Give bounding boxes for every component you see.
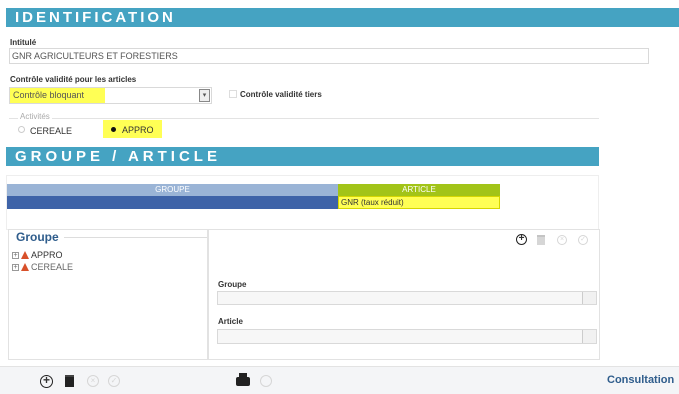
identification-header: IDENTIFICATION: [6, 8, 679, 27]
groupe-field[interactable]: [217, 291, 597, 305]
activites-legend: Activités: [18, 112, 52, 121]
grid-header-groupe[interactable]: GROUPE: [7, 184, 338, 196]
print-paper-icon: [239, 373, 247, 378]
controle-validite-label: Contrôle validité pour les articles: [10, 75, 137, 84]
grid-header-article[interactable]: ARTICLE: [338, 184, 500, 196]
add-icon[interactable]: +: [516, 234, 527, 245]
activite-appro-radio[interactable]: [111, 127, 116, 132]
article-field[interactable]: [217, 329, 597, 344]
activites-fieldset: [9, 118, 599, 142]
consultation-label: Consultation: [607, 374, 675, 386]
dropdown-arrow-icon[interactable]: ▾: [199, 89, 210, 102]
expand-icon[interactable]: +: [12, 263, 19, 271]
expand-icon[interactable]: +: [12, 251, 19, 259]
activite-appro-label: APPRO: [122, 125, 154, 135]
tree-item-cereale[interactable]: + CEREALE: [12, 262, 73, 272]
article-field-label: Article: [218, 317, 243, 326]
cone-icon: [21, 251, 29, 259]
groupe-field-label: Groupe: [218, 280, 247, 289]
groupe-article-header: GROUPE / ARTICLE: [6, 147, 599, 166]
footer-validate-icon[interactable]: ✓: [108, 375, 120, 387]
grid-row-article-cell[interactable]: GNR (taux réduit): [338, 196, 500, 209]
validate-icon[interactable]: ✓: [578, 235, 588, 245]
intitule-label: Intitulé: [10, 38, 37, 47]
cone-icon: [21, 263, 29, 271]
footer-delete-icon[interactable]: [65, 375, 74, 387]
print-icon[interactable]: [236, 377, 250, 386]
grid-row-article-label: GNR (taux réduit): [341, 198, 404, 207]
intitule-input[interactable]: GNR AGRICULTEURS ET FORESTIERS: [9, 48, 649, 64]
activite-cereale-label: CEREALE: [30, 126, 73, 136]
controle-validite-value: Contrôle bloquant: [10, 88, 105, 103]
groupe-lookup-button[interactable]: [582, 292, 596, 304]
footer-cancel-icon[interactable]: ×: [87, 375, 99, 387]
tree-title-divider: [64, 237, 207, 238]
history-icon[interactable]: [260, 375, 272, 387]
footer-toolbar: [0, 366, 679, 394]
tree-item-appro-label: APPRO: [31, 250, 63, 260]
grid-row-groupe-cell[interactable]: [7, 196, 338, 209]
activite-cereale-radio[interactable]: [18, 126, 25, 133]
delete-icon[interactable]: [537, 235, 545, 245]
article-lookup-button[interactable]: [582, 330, 596, 343]
tree-item-cereale-label: CEREALE: [31, 262, 74, 272]
controle-validite-select[interactable]: Contrôle bloquant ▾: [9, 87, 212, 104]
controle-tiers-checkbox[interactable]: [229, 90, 237, 98]
groupe-tree-panel: [8, 229, 208, 360]
cancel-icon[interactable]: ×: [557, 235, 567, 245]
tree-item-appro[interactable]: + APPRO: [12, 250, 63, 260]
footer-add-icon[interactable]: +: [40, 374, 53, 388]
groupe-tree-title: Groupe: [16, 230, 59, 244]
controle-tiers-label: Contrôle validité tiers: [240, 90, 322, 99]
intitule-value: GNR AGRICULTEURS ET FORESTIERS: [12, 51, 178, 61]
